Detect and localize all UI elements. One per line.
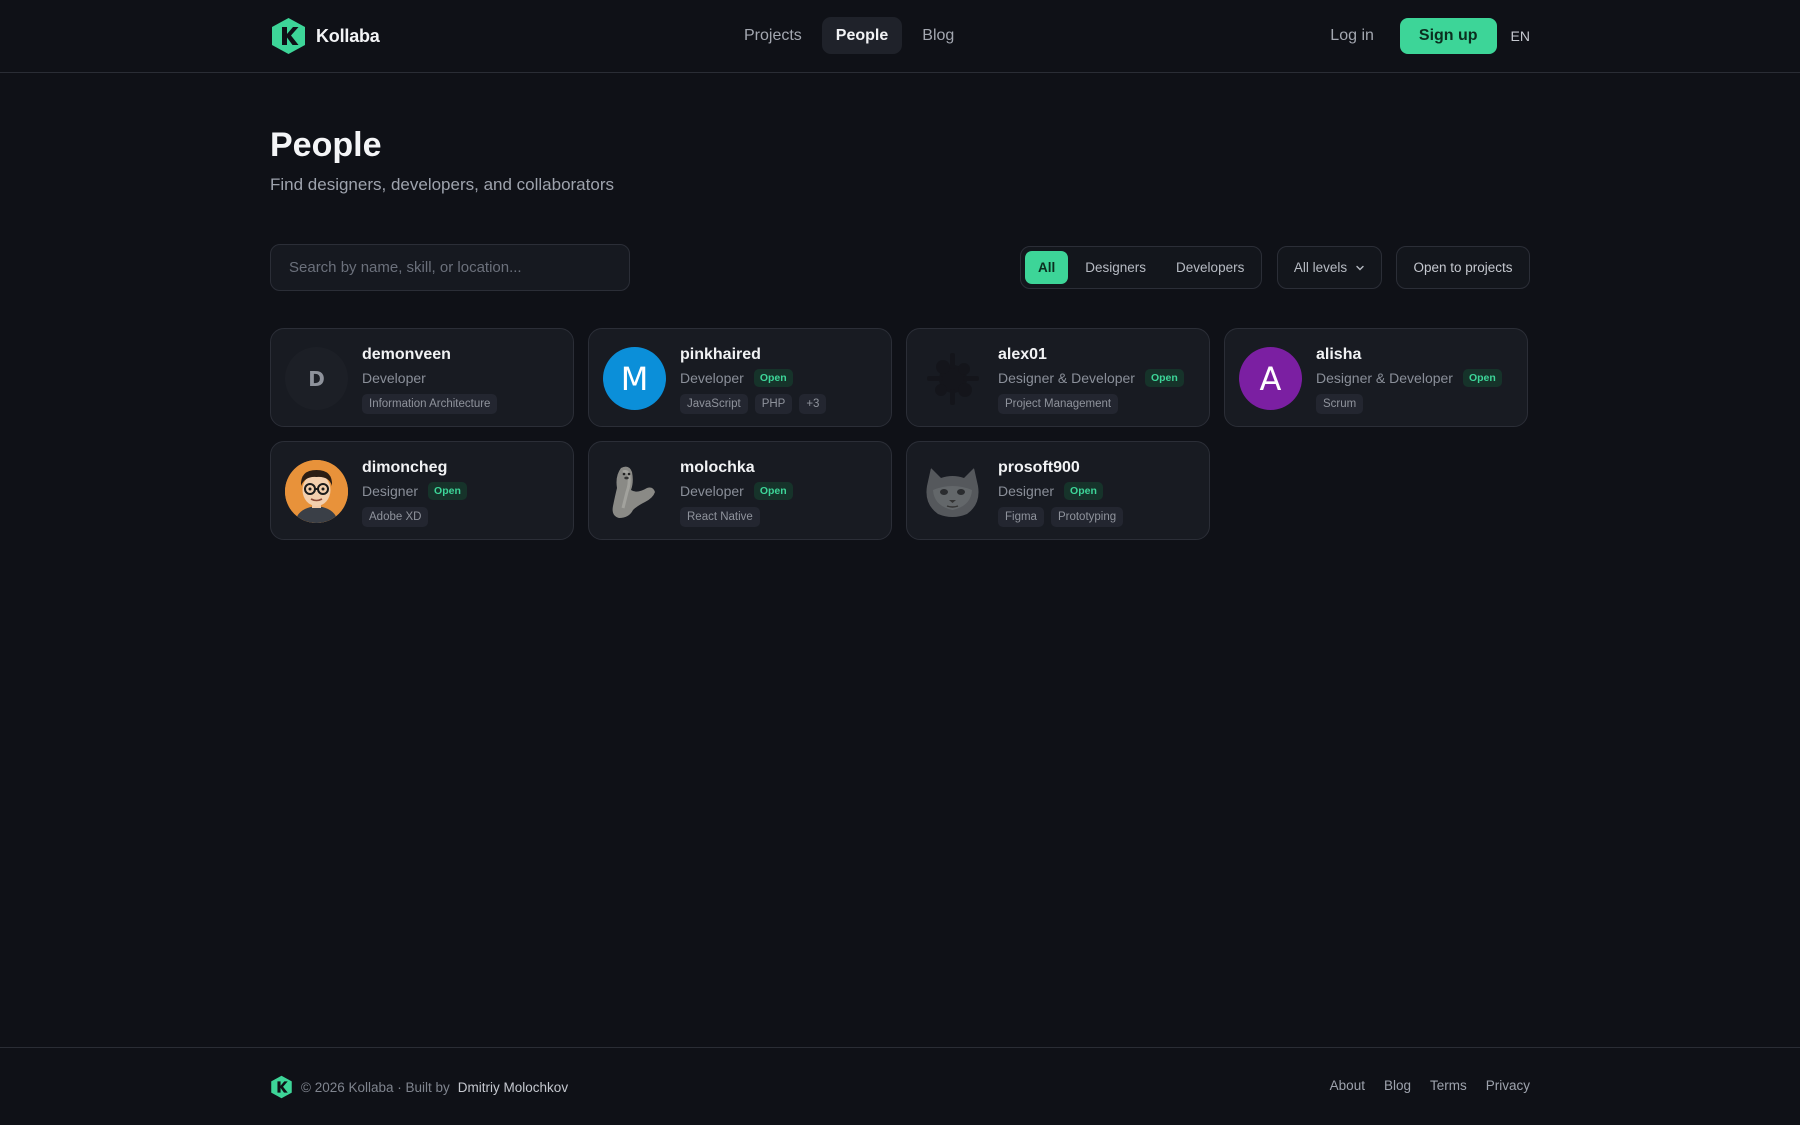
open-badge: Open	[1144, 369, 1184, 387]
footer-links: About Blog Terms Privacy	[1330, 1078, 1530, 1093]
brand-logo-link[interactable]: Kollaba	[270, 17, 380, 55]
nav-people[interactable]: People	[821, 17, 903, 54]
kollaba-logo-icon	[272, 18, 305, 54]
level-select[interactable]: All levels	[1277, 246, 1382, 289]
footer-credits: © 2026 Kollaba · Built by Dmitriy Moloch…	[270, 1075, 568, 1099]
person-username: prosoft900	[998, 459, 1080, 476]
brand-name: Kollaba	[316, 25, 380, 46]
footer-link-privacy[interactable]: Privacy	[1486, 1078, 1530, 1093]
footer-link-about[interactable]: About	[1330, 1078, 1365, 1093]
skill-tag: React Native	[680, 507, 760, 527]
person-username: demonveen	[362, 346, 451, 363]
skill-tag: Scrum	[1316, 394, 1364, 414]
person-card[interactable]: M pinkhaired Developer Open JavaScript P…	[588, 328, 892, 427]
person-role: Developer	[680, 483, 744, 499]
avatar	[285, 460, 348, 523]
avatar: M	[603, 347, 666, 410]
footer: © 2026 Kollaba · Built by Dmitriy Moloch…	[0, 1047, 1800, 1125]
open-badge: Open	[1462, 369, 1502, 387]
footer-copyright: © 2026 Kollaba · Built by	[301, 1079, 450, 1095]
cat-avatar-icon	[926, 468, 979, 517]
level-select-label: All levels	[1293, 260, 1348, 275]
person-username: dimoncheg	[362, 459, 448, 476]
person-username: alisha	[1316, 346, 1362, 363]
language-switcher[interactable]: EN	[1511, 28, 1530, 44]
filter-designers[interactable]: Designers	[1072, 251, 1159, 284]
person-card[interactable]: A alisha Designer & Developer Open Scrum	[1224, 328, 1528, 427]
page-subtitle: Find designers, developers, and collabor…	[270, 175, 614, 194]
filter-developers[interactable]: Developers	[1163, 251, 1257, 284]
person-username: pinkhaired	[680, 346, 761, 363]
search-input[interactable]	[289, 259, 611, 276]
person-role: Developer	[362, 370, 426, 386]
search-box	[270, 244, 630, 291]
footer-link-terms[interactable]: Terms	[1430, 1078, 1467, 1093]
top-bar: Kollaba Projects People Blog Log in Sign…	[0, 0, 1800, 73]
dark-splash-avatar-icon	[927, 353, 979, 405]
open-badge: Open	[1064, 482, 1103, 500]
chevron-down-icon	[1356, 265, 1364, 270]
person-username: alex01	[998, 346, 1047, 363]
signup-button[interactable]: Sign up	[1399, 18, 1497, 54]
filter-all[interactable]: All	[1025, 251, 1069, 284]
skill-tag: Project Management	[998, 394, 1119, 414]
skill-tag: JavaScript	[680, 394, 748, 414]
skill-tag: Prototyping	[1050, 507, 1124, 527]
role-filter: All Designers Developers	[1020, 246, 1263, 289]
avatar	[921, 347, 984, 410]
person-card[interactable]: alex01 Designer & Developer Open Project…	[906, 328, 1210, 427]
avatar	[603, 460, 666, 523]
avatar-letter: M	[620, 359, 649, 398]
person-role: Designer & Developer	[1316, 370, 1453, 386]
skill-tag: Information Architecture	[362, 394, 498, 414]
person-role: Designer	[362, 483, 419, 499]
nav-blog[interactable]: Blog	[908, 17, 968, 54]
kollaba-logo-icon	[271, 1075, 292, 1099]
skill-tag: Adobe XD	[362, 507, 429, 527]
footer-link-blog[interactable]: Blog	[1384, 1078, 1411, 1093]
avatar-letter: D	[308, 366, 325, 391]
avatar: D	[285, 347, 348, 410]
skill-more-tag: +3	[799, 394, 827, 414]
person-card[interactable]: dimoncheg Designer Open Adobe XD	[270, 441, 574, 540]
open-badge: Open	[753, 482, 793, 500]
cartoon-man-avatar-icon	[285, 460, 348, 523]
people-grid: D demonveen Developer Information Archit…	[270, 328, 1530, 540]
nav-projects[interactable]: Projects	[730, 17, 816, 54]
person-card[interactable]: prosoft900 Designer Open Figma Prototypi…	[906, 441, 1210, 540]
person-username: molochka	[680, 459, 755, 476]
skill-tag: Figma	[998, 507, 1044, 527]
open-badge: Open	[753, 369, 793, 387]
main-nav: Projects People Blog	[730, 17, 968, 54]
avatar	[921, 460, 984, 523]
open-to-projects-toggle[interactable]: Open to projects	[1396, 246, 1530, 289]
avatar: A	[1239, 347, 1302, 410]
login-link[interactable]: Log in	[1318, 27, 1386, 45]
open-badge: Open	[428, 482, 467, 500]
person-role: Developer	[680, 370, 744, 386]
avatar-letter: A	[1259, 359, 1282, 398]
person-card[interactable]: D demonveen Developer Information Archit…	[270, 328, 574, 427]
auth-actions: Log in Sign up EN	[1318, 18, 1530, 54]
person-role: Designer	[998, 483, 1055, 499]
skill-tag: PHP	[754, 394, 793, 414]
seal-avatar-icon	[612, 466, 655, 518]
page-title: People	[270, 126, 382, 164]
person-role: Designer & Developer	[998, 370, 1135, 386]
person-card[interactable]: molochka Developer Open React Native	[588, 441, 892, 540]
footer-author-link[interactable]: Dmitriy Molochkov	[458, 1080, 568, 1095]
